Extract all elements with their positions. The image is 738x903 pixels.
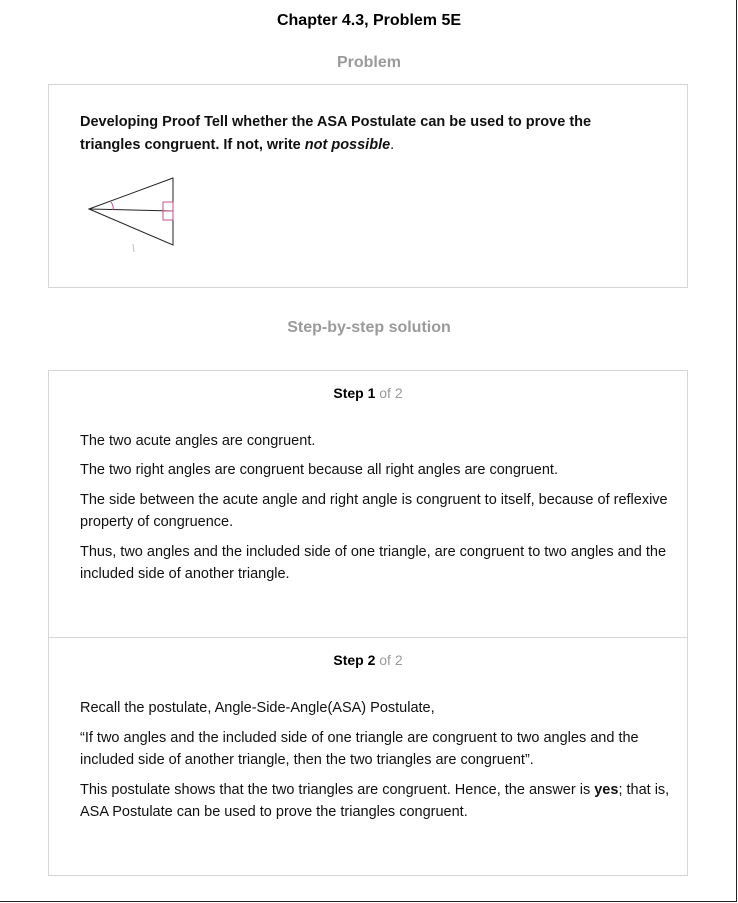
- solution-label: Step-by-step solution: [287, 319, 451, 336]
- conclusion-text-pre: This postulate shows that the two triang…: [80, 782, 595, 798]
- problem-box: Developing Proof Tell whether the ASA Po…: [48, 84, 688, 288]
- problem-text-emphasis: not possible: [304, 137, 391, 153]
- problem-statement: Developing Proof Tell whether the ASA Po…: [80, 111, 640, 157]
- problem-text-end: .: [390, 137, 395, 153]
- solution-box: Step 1 of 2 The two acute angles are con…: [48, 370, 688, 876]
- step-2-title: Step 2: [333, 652, 376, 668]
- step-2-count: of 2: [379, 652, 403, 668]
- step-2-conclusion: This postulate shows that the two triang…: [80, 779, 670, 823]
- step-divider: [49, 637, 687, 638]
- problem-label: Problem: [336, 54, 401, 71]
- step-2-paragraph: “If two angles and the included side of …: [80, 730, 639, 768]
- step-2-header: Step 2 of 2: [49, 652, 687, 668]
- page-title: Chapter 4.3, Problem 5E: [276, 12, 462, 29]
- step-1-count: of 2: [379, 385, 403, 401]
- step-1-paragraph: The side between the acute angle and rig…: [80, 492, 668, 530]
- answer-yes: yes: [594, 782, 619, 798]
- step-1-header: Step 1 of 2: [49, 385, 687, 401]
- triangle-figure: [79, 165, 179, 260]
- step-1-title: Step 1: [333, 385, 376, 401]
- step-2-paragraph: Recall the postulate, Angle-Side-Angle(A…: [80, 700, 435, 716]
- triangle-diagram: [87, 177, 174, 253]
- step-1-paragraph: Thus, two angles and the included side o…: [80, 544, 667, 582]
- step-1-paragraph: The two right angles are congruent becau…: [80, 462, 558, 478]
- step-1-paragraph: The two acute angles are congruent.: [80, 433, 316, 449]
